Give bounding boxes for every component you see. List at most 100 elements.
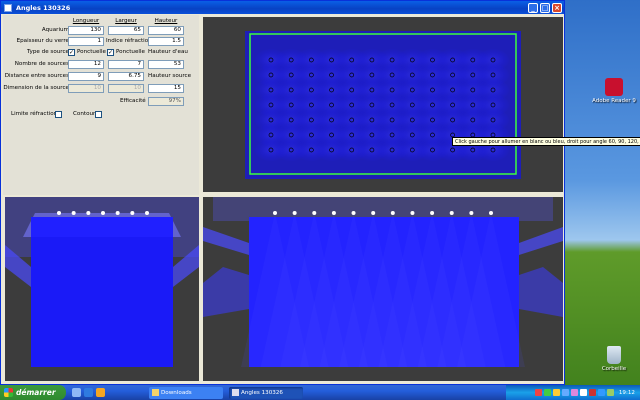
efficacite-value: 97%	[148, 97, 184, 106]
ponctuelle-label-2: Ponctuelle	[116, 49, 145, 55]
folder-icon	[152, 388, 159, 396]
side-light-source	[57, 211, 61, 215]
side-light-source	[115, 211, 120, 215]
indice-refraction-input[interactable]: 1.5	[148, 37, 184, 46]
start-button[interactable]: démarrer	[0, 385, 66, 400]
parameters-panel: Longueur Largeur Hauteur Aquarium 130 65…	[3, 15, 199, 195]
distance-largeur-input[interactable]: 6.75	[108, 72, 144, 81]
epaisseur-label: Epaisseur du verre	[16, 38, 69, 44]
app-task-icon	[232, 388, 239, 396]
col-header-longueur: Longueur	[72, 18, 100, 24]
limite-refraction-label: Limite réfraction	[11, 111, 58, 117]
tray-icon-5[interactable]	[570, 389, 578, 396]
limite-refraction-checkbox[interactable]	[55, 111, 62, 118]
hauteur-source-label: Hauteur source	[148, 73, 192, 79]
title-bar[interactable]: Angles 130326 _ □ ×	[1, 1, 564, 14]
hauteur-source-input[interactable]: 15	[148, 84, 184, 93]
desktop-icon-adobe[interactable]: Adobe Reader 9	[592, 78, 636, 104]
type-source-label: Type de source	[27, 49, 69, 55]
front-light-source	[331, 211, 336, 215]
aquarium-hauteur-input[interactable]: 60	[148, 26, 184, 35]
aquarium-label: Aquarium	[41, 27, 69, 33]
ie-icon[interactable]	[84, 388, 93, 397]
maximize-button[interactable]: □	[540, 2, 550, 13]
system-tray: 19:12	[506, 385, 640, 400]
front-view-canvas[interactable]	[203, 197, 563, 381]
contour-checkbox[interactable]	[95, 111, 102, 118]
close-button[interactable]: ×	[552, 2, 562, 13]
show-desktop-icon[interactable]	[72, 388, 81, 397]
ponctuelle-checkbox-2[interactable]: ✓	[107, 49, 114, 56]
front-light-source	[390, 211, 395, 215]
tray-icon-1[interactable]	[534, 389, 542, 396]
front-view-panel[interactable]	[203, 197, 563, 381]
recycle-bin-icon	[607, 346, 621, 364]
desktop-icon-recycle[interactable]: Corbeille	[592, 346, 636, 372]
top-view-panel[interactable]	[203, 17, 563, 192]
front-light-source	[351, 211, 356, 215]
aquarium-longueur-input[interactable]: 130	[68, 26, 104, 35]
taskbar-item-angles[interactable]: Angles 130326	[229, 386, 303, 399]
side-view-canvas[interactable]	[5, 197, 199, 381]
hauteur-eau-input[interactable]: 53	[148, 60, 184, 69]
front-light-source	[371, 211, 376, 215]
nombre-longueur-input[interactable]: 12	[68, 60, 104, 69]
click-tooltip: Click gauche pour allumer en blanc ou bl…	[452, 137, 640, 146]
side-light-source	[130, 211, 135, 215]
front-light-source	[312, 211, 317, 215]
adobe-reader-icon	[605, 78, 623, 96]
ponctuelle-checkbox-1[interactable]: ✓	[68, 49, 75, 56]
desktop-icon-adobe-label: Adobe Reader 9	[592, 98, 636, 104]
tray-icon-7[interactable]	[588, 389, 596, 396]
dimension-longueur-input: 10	[68, 84, 104, 93]
front-light-source	[489, 211, 493, 215]
front-light-source	[469, 211, 474, 215]
app-window: Angles 130326 _ □ × Longueur Largeur Hau…	[0, 0, 565, 385]
indice-refraction-label: Indice réfraction	[106, 38, 152, 44]
quick-launch	[72, 388, 105, 397]
side-light-source	[145, 211, 149, 215]
front-light-source	[449, 211, 454, 215]
distance-longueur-input[interactable]: 9	[68, 72, 104, 81]
tray-icon-8[interactable]	[597, 389, 605, 396]
side-light-source	[71, 211, 76, 215]
minimize-button[interactable]: _	[528, 2, 538, 13]
col-header-largeur: Largeur	[115, 18, 137, 24]
front-light-source	[410, 211, 415, 215]
front-light-source	[430, 211, 435, 215]
taskbar-item-angles-label: Angles 130326	[241, 389, 283, 396]
distance-sources-label: Distance entre sources	[4, 73, 69, 79]
nombre-largeur-input[interactable]: 7	[108, 60, 144, 69]
taskbar-item-downloads-label: Downloads	[161, 389, 192, 396]
windows-flag-icon	[4, 388, 13, 397]
top-view-canvas[interactable]	[203, 17, 563, 192]
tray-icon-9[interactable]	[606, 389, 614, 396]
side-view-panel[interactable]	[5, 197, 199, 381]
dimension-source-label: Dimension de la source	[3, 85, 69, 91]
taskbar: démarrer Downloads Angles 130326 19:12	[0, 385, 640, 400]
dimension-largeur-input: 10	[108, 84, 144, 93]
tray-icon-6[interactable]	[579, 389, 587, 396]
contour-label: Contour	[73, 111, 96, 117]
window-title: Angles 130326	[16, 3, 71, 12]
start-label: démarrer	[16, 388, 56, 397]
tray-icon-4[interactable]	[561, 389, 569, 396]
clock: 19:12	[618, 389, 635, 396]
media-icon[interactable]	[96, 388, 105, 397]
ponctuelle-label-1: Ponctuelle	[77, 49, 106, 55]
tray-icon-2[interactable]	[543, 389, 551, 396]
efficacite-label: Efficacité	[120, 98, 146, 104]
aquarium-largeur-input[interactable]: 65	[108, 26, 144, 35]
hauteur-eau-label: Hauteur d'eau	[148, 49, 188, 55]
front-light-source	[292, 211, 297, 215]
front-light-source	[273, 211, 277, 215]
taskbar-item-downloads[interactable]: Downloads	[149, 386, 223, 399]
tray-icon-3[interactable]	[552, 389, 560, 396]
epaisseur-input[interactable]: 1	[68, 37, 104, 46]
nombre-sources-label: Nombre de sources	[14, 61, 69, 67]
col-header-hauteur: Hauteur	[154, 18, 178, 24]
app-icon	[4, 3, 12, 12]
desktop-icon-recycle-label: Corbeille	[601, 366, 627, 372]
side-light-source	[101, 211, 105, 215]
side-light-source	[86, 211, 91, 215]
